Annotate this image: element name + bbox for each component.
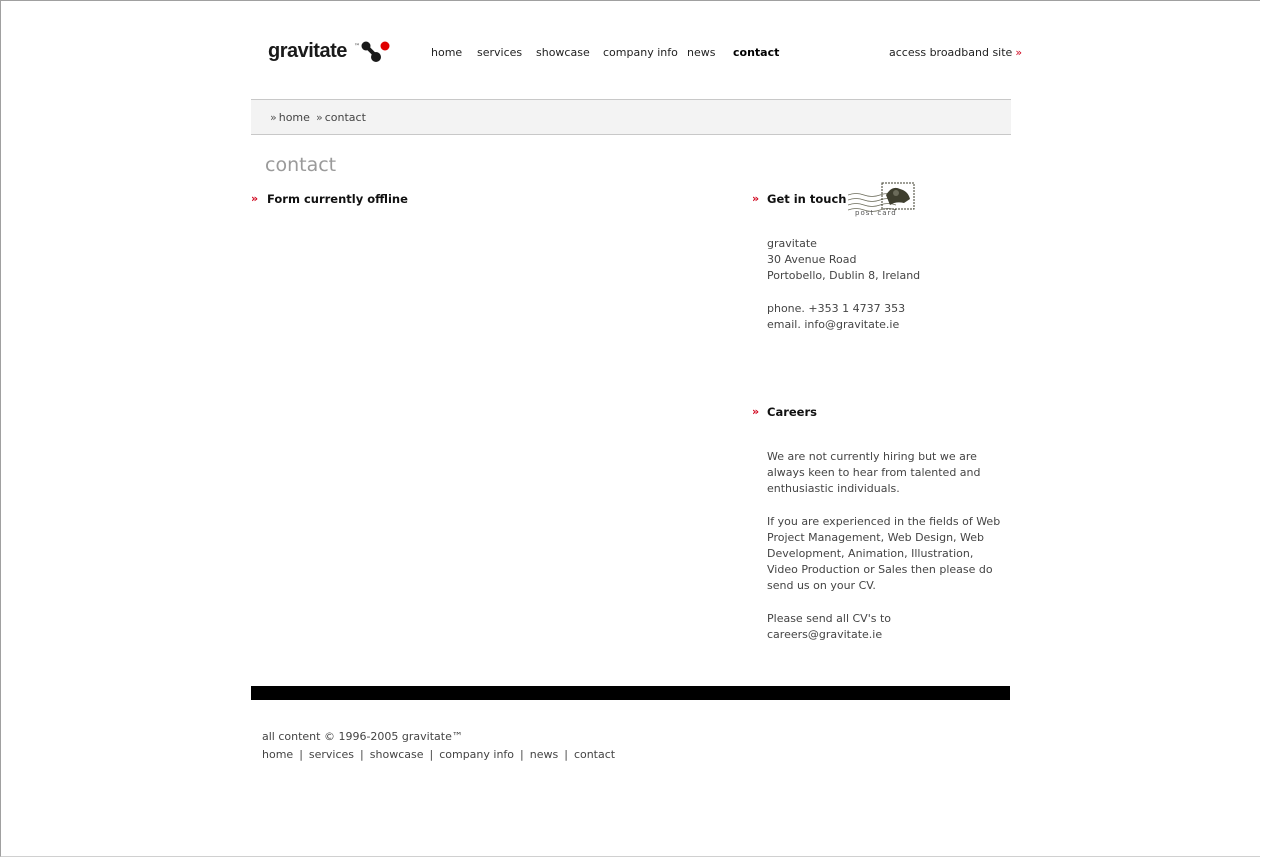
address-line: Portobello, Dublin 8, Ireland [767, 269, 921, 282]
broadband-arrow-icon: » [1015, 46, 1023, 59]
postcard-label: post card [855, 209, 897, 217]
footer-link-home[interactable]: home [262, 748, 293, 761]
phone-text: phone. +353 1 4737 353 [767, 302, 906, 315]
footer-link-services[interactable]: services [309, 748, 354, 761]
careers-paragraph-1: We are not currently hiring but we are a… [767, 449, 981, 497]
footer-nav: home | services | showcase | company info | news… [262, 748, 615, 761]
address-block: gravitate 30 Avenue Road Portobello, Dub… [767, 236, 920, 284]
section-arrow-icon: » [752, 192, 760, 205]
careers-email-link[interactable]: careers@gravitate.ie [767, 627, 891, 643]
nav-contact[interactable]: contact [733, 46, 779, 59]
careers-paragraph-3: Please send all CV's to careers@gravitat… [767, 611, 891, 643]
nav-showcase[interactable]: showcase [536, 46, 590, 59]
section-arrow-icon: » [251, 192, 259, 205]
footer-separator: | [564, 748, 568, 761]
careers-paragraph-2: If you are experienced in the fields of … [767, 514, 1000, 594]
broadband-label: access broadband site [889, 46, 1013, 59]
logo-wordmark: gravitate [268, 40, 347, 62]
nav-news[interactable]: news [687, 46, 715, 59]
nav-company-info[interactable]: company info [603, 46, 678, 59]
careers-line: enthusiastic individuals. [767, 482, 900, 495]
postcard-stamp-icon: post card [847, 181, 920, 219]
address-line: gravitate [767, 237, 817, 250]
footer-link-showcase[interactable]: showcase [370, 748, 424, 761]
breadcrumb-home[interactable]: » home [270, 111, 310, 124]
page-title: contact [265, 154, 337, 176]
footer-link-contact[interactable]: contact [574, 748, 615, 761]
logo-dots-icon [361, 41, 390, 62]
contact-details: phone. +353 1 4737 353 email. info@gravi… [767, 301, 905, 333]
breadcrumb-arrow-icon: » [270, 111, 277, 124]
careers-line: If you are experienced in the fields of … [767, 515, 1001, 528]
footer-separator: | [299, 748, 303, 761]
email-link[interactable]: email. info@gravitate.ie [767, 317, 905, 333]
careers-line: Please send all CV's to [767, 612, 891, 625]
careers-line: always keen to hear from talented and [767, 466, 981, 479]
breadcrumb-contact-label: contact [324, 111, 366, 124]
address-line: 30 Avenue Road [767, 253, 857, 266]
footer-link-company-info[interactable]: company info [439, 748, 514, 761]
footer-copyright: all content © 1996-2005 gravitate™ [262, 730, 463, 743]
careers-line: Video Production or Sales then please do [767, 563, 993, 576]
breadcrumb-home-label: home [278, 111, 310, 124]
nav-services[interactable]: services [477, 46, 522, 59]
footer-separator: | [360, 748, 364, 761]
careers-line: Development, Animation, Illustration, [767, 547, 974, 560]
breadcrumb-contact[interactable]: » contact [316, 111, 366, 124]
form-offline-heading: Form currently offline [267, 192, 408, 206]
section-arrow-icon: » [752, 405, 760, 418]
footer-divider-bar [251, 686, 1010, 700]
footer-separator: | [429, 748, 434, 761]
gravitate-logo[interactable]: gravitate ™ [268, 40, 393, 66]
nav-home[interactable]: home [431, 46, 462, 59]
footer-link-news[interactable]: news [530, 748, 558, 761]
careers-line: We are not currently hiring but we are [767, 450, 977, 463]
footer-separator: | [520, 748, 524, 761]
get-in-touch-heading: Get in touch [767, 192, 847, 206]
careers-heading: Careers [767, 405, 817, 419]
careers-line: Project Management, Web Design, Web [767, 531, 985, 544]
careers-line: send us on your CV. [767, 579, 876, 592]
broadband-link[interactable]: access broadband site» [889, 46, 1022, 59]
breadcrumb-arrow-icon: » [316, 111, 323, 124]
